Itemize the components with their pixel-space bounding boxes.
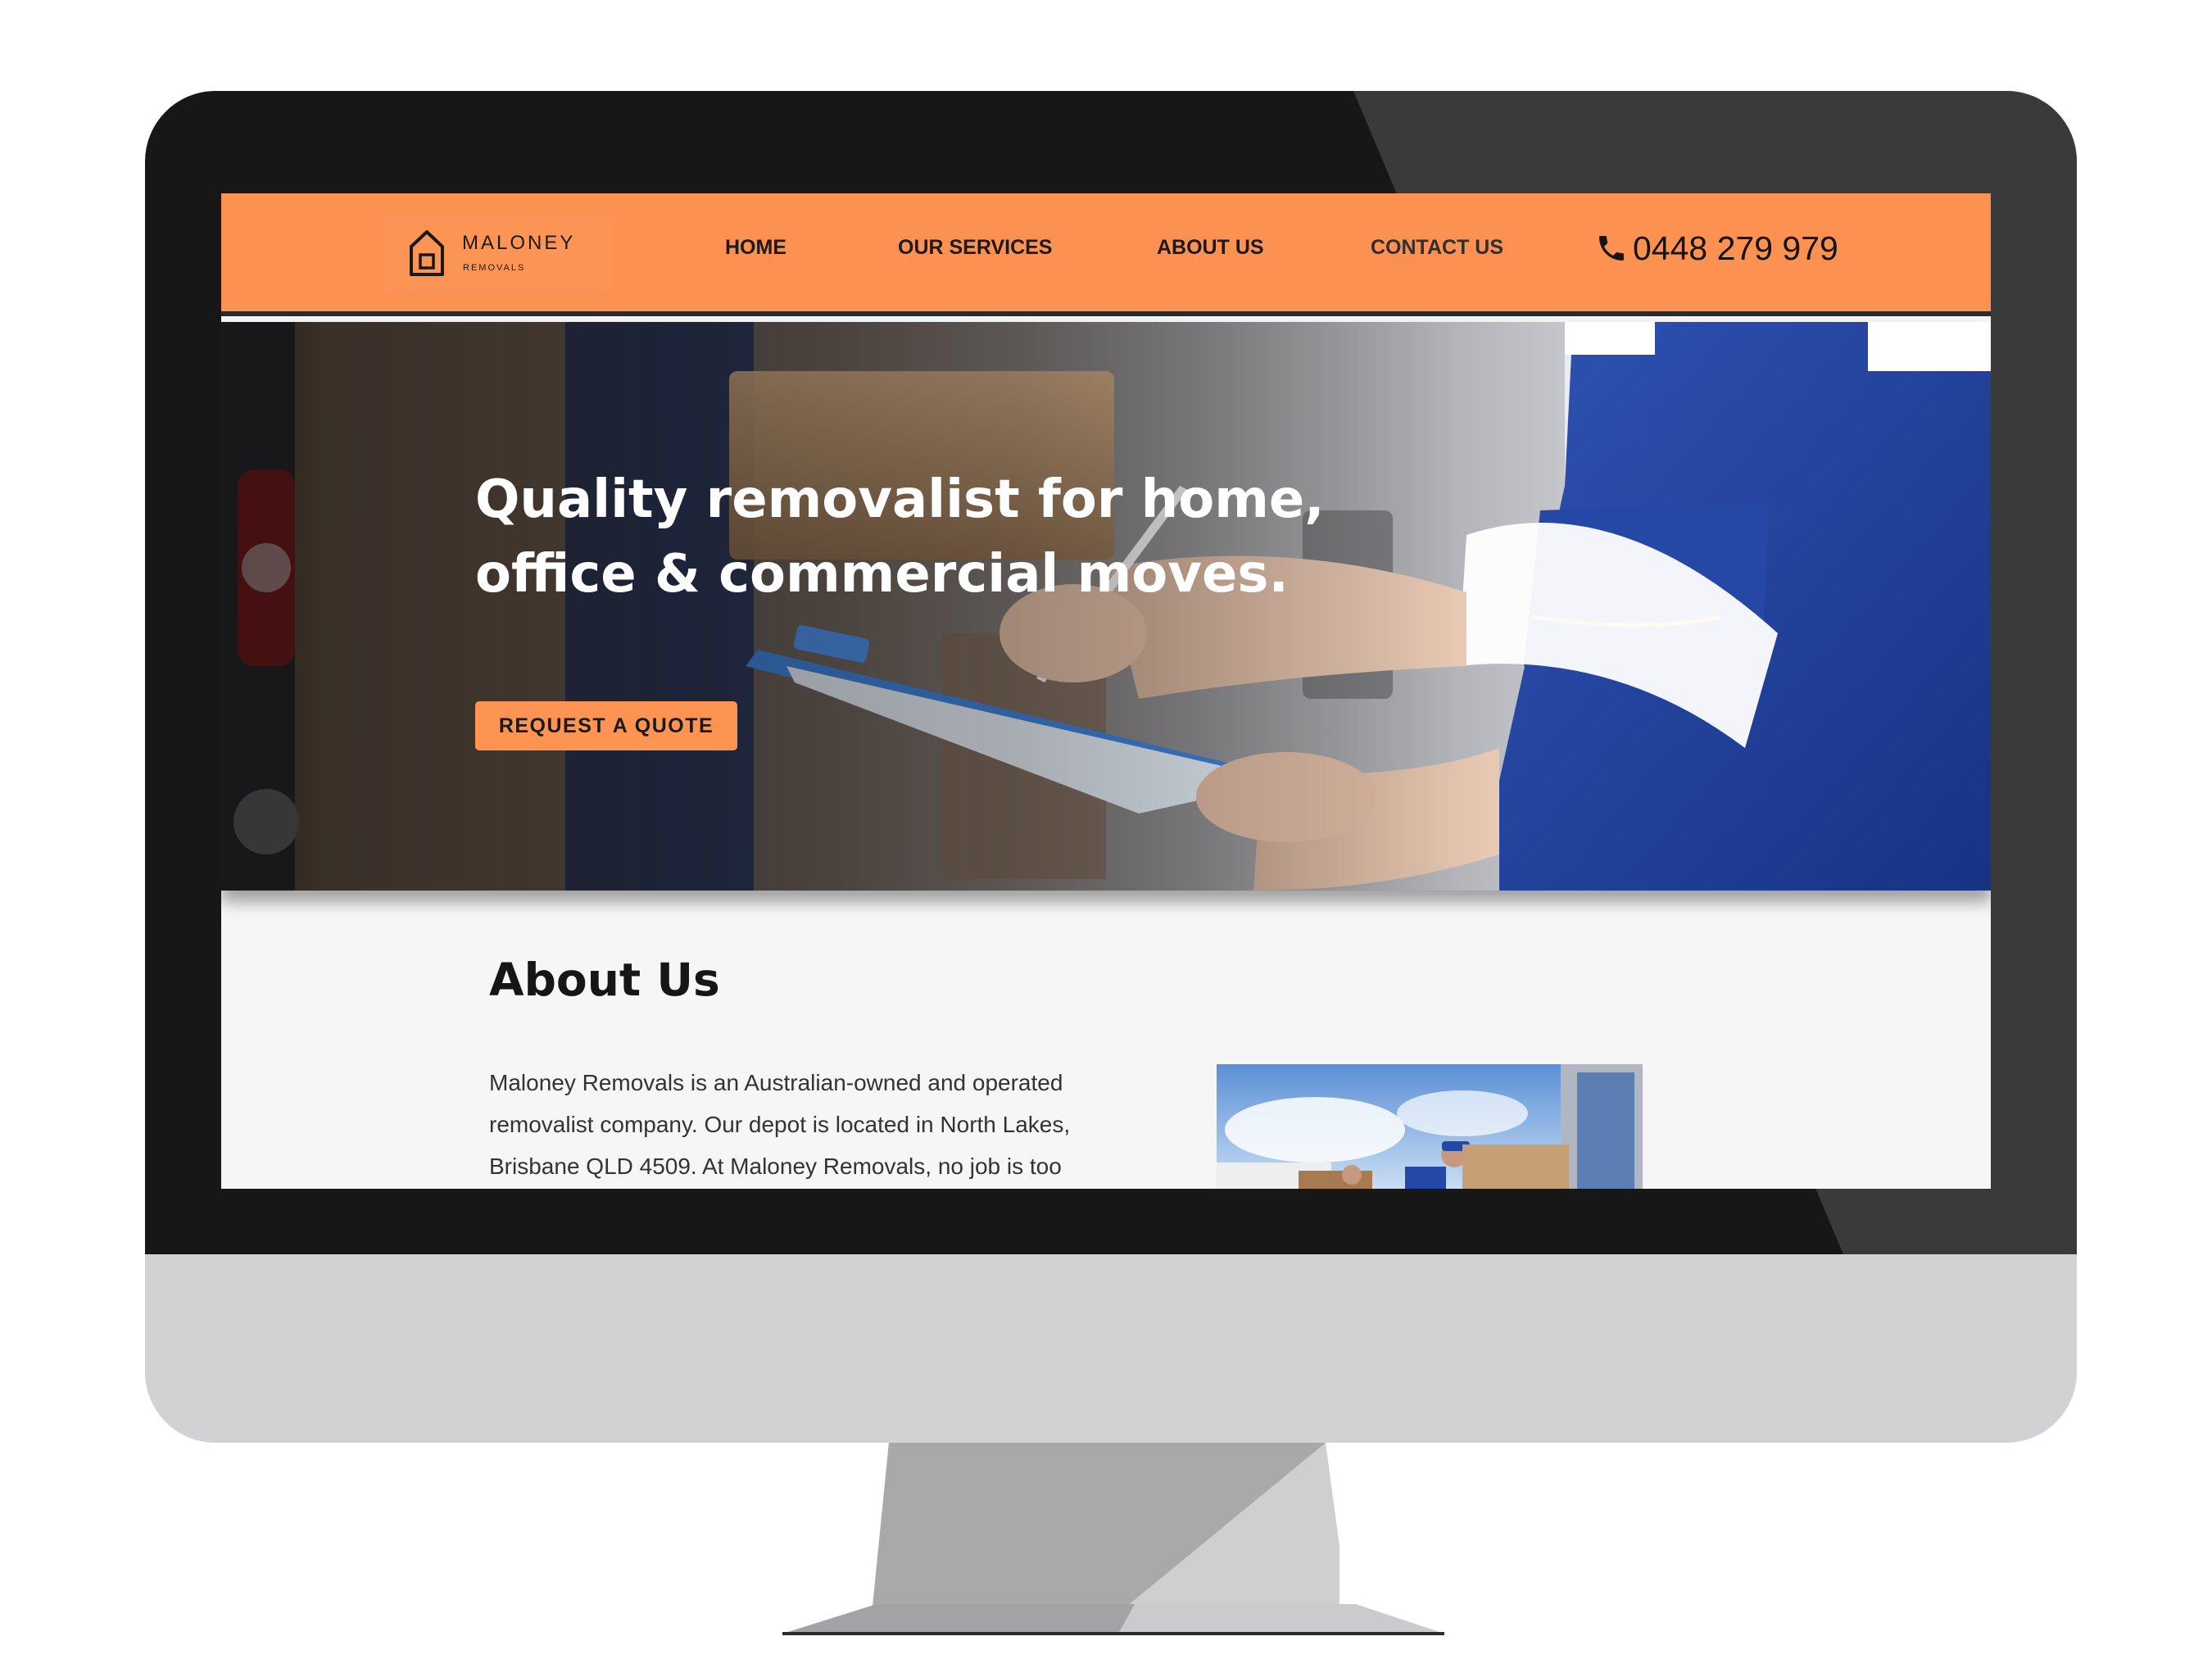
monitor-chin <box>145 1254 2077 1443</box>
hero-banner: Quality removalist for home, office & co… <box>221 322 1991 891</box>
nav-link-home[interactable]: HOME <box>725 236 786 260</box>
monitor-stand-foot <box>782 1604 1444 1634</box>
top-navigation: MALONEY REMOVALS HOME OUR SERVICES ABOUT… <box>221 193 1991 316</box>
about-paragraph: Maloney Removals is an Australian-owned … <box>489 1070 1071 1179</box>
mockup-stage: MALONEY REMOVALS HOME OUR SERVICES ABOUT… <box>0 0 2212 1659</box>
monitor-stand-neck <box>873 1443 1339 1607</box>
logo-subtitle: REMOVALS <box>463 263 526 273</box>
nav-link-our-services[interactable]: OUR SERVICES <box>898 236 1052 260</box>
nav-link-about-us[interactable]: ABOUT US <box>1157 236 1264 260</box>
phone-number: 0448 279 979 <box>1633 229 1838 267</box>
request-quote-button[interactable]: REQUEST A QUOTE <box>475 701 737 750</box>
about-heading: About Us <box>489 954 720 1006</box>
phone-link[interactable]: 0448 279 979 <box>1595 229 1838 267</box>
house-icon <box>410 230 444 276</box>
logo-name: MALONEY <box>462 232 576 254</box>
monitor-screen: MALONEY REMOVALS HOME OUR SERVICES ABOUT… <box>221 193 1991 1189</box>
nav-link-contact-us[interactable]: CONTACT US <box>1371 236 1503 260</box>
site-logo[interactable]: MALONEY REMOVALS <box>383 214 611 292</box>
about-photo-movers <box>1217 1064 1643 1189</box>
stand-base-line <box>782 1632 1444 1635</box>
hero-title: Quality removalist for home, office & co… <box>475 469 1325 605</box>
phone-icon <box>1599 236 1624 261</box>
